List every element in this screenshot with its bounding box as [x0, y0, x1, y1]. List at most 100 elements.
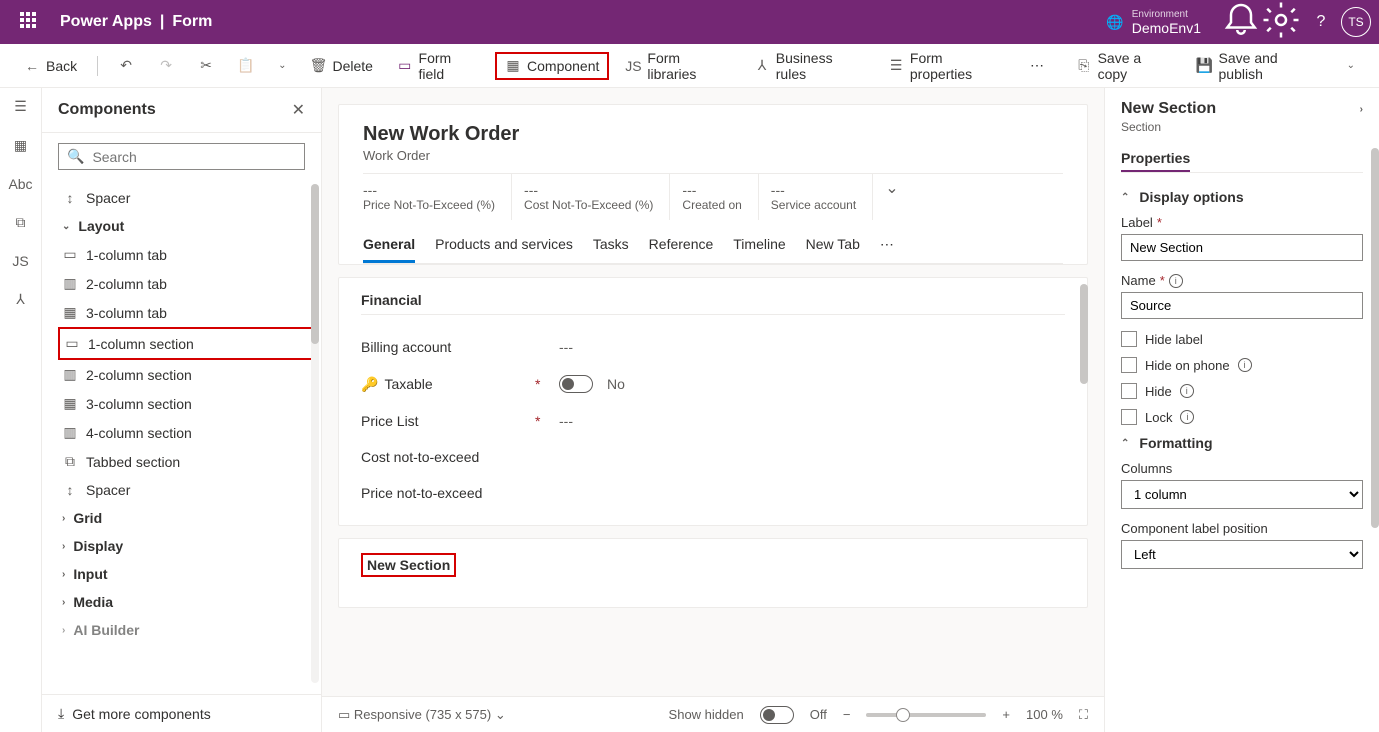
tab-reference[interactable]: Reference [649, 228, 714, 263]
undo-button[interactable]: ↶ [110, 54, 142, 78]
zoom-value: 100 % [1026, 707, 1063, 722]
tree-3-column-tab[interactable]: ▦3-column tab [58, 298, 313, 327]
rail-libraries-icon[interactable]: JS [12, 253, 28, 269]
label-position-select[interactable]: Left [1121, 540, 1363, 569]
form-field-button[interactable]: ▭Form field [389, 46, 487, 86]
add-icon: ⤓ [58, 705, 64, 722]
overflow-button[interactable]: ⋯ [1022, 53, 1052, 78]
fit-screen-icon[interactable]: ⛶ [1079, 707, 1088, 723]
help-icon[interactable]: ? [1301, 13, 1341, 31]
save-copy-button[interactable]: ⎘Save a copy [1068, 46, 1181, 86]
app-launcher-icon[interactable] [20, 12, 40, 32]
lock-checkbox[interactable]: Locki [1121, 409, 1363, 425]
formatting-group[interactable]: ⌃Formatting [1121, 435, 1363, 451]
financial-section[interactable]: Financial Billing account--- 🔑Taxable * … [338, 277, 1088, 526]
zoom-out-button[interactable]: − [843, 707, 851, 722]
tree-3-column-section[interactable]: ▦3-column section [58, 389, 313, 418]
rail-field-icon[interactable]: Abc [8, 176, 32, 192]
rail-components-icon[interactable]: ▦ [14, 137, 27, 154]
kpi-price-nte[interactable]: ---Price Not-To-Exceed (%) [363, 174, 512, 220]
settings-icon[interactable] [1261, 0, 1301, 45]
kpi-service-account[interactable]: ---Service account [771, 174, 873, 220]
search-input[interactable] [92, 149, 296, 165]
tree-layout-group[interactable]: ⌄Layout [58, 212, 313, 240]
cut-button[interactable]: ✂ [190, 54, 222, 78]
search-box[interactable]: 🔍 [58, 143, 305, 170]
paste-button[interactable]: 📋 [230, 54, 262, 78]
kpi-created-on[interactable]: ---Created on [682, 174, 758, 220]
tree-1-column-tab[interactable]: ▭1-column tab [58, 240, 313, 269]
tree-media-group[interactable]: ›Media [58, 588, 313, 616]
tree-scrollbar-thumb[interactable] [311, 184, 319, 344]
redo-button[interactable]: ↷ [150, 54, 182, 78]
tree-spacer[interactable]: ↕Spacer [58, 184, 313, 212]
kpi-chevron-icon[interactable]: ⌄ [885, 174, 914, 220]
tree-display-group[interactable]: ›Display [58, 532, 313, 560]
tree-grid-group[interactable]: ›Grid [58, 504, 313, 532]
tree-input-group[interactable]: ›Input [58, 560, 313, 588]
close-panel-icon[interactable]: ✕ [292, 100, 305, 120]
info-icon[interactable]: i [1180, 410, 1194, 424]
financial-section-title: Financial [361, 292, 1065, 315]
rail-rules-icon[interactable]: ⅄ [16, 291, 25, 308]
search-icon: 🔍 [67, 148, 84, 165]
zoom-slider[interactable] [866, 713, 986, 717]
rail-collapse-icon[interactable]: ☰ [14, 98, 27, 115]
properties-expand-icon[interactable]: › [1360, 104, 1363, 115]
hide-phone-checkbox[interactable]: Hide on phonei [1121, 357, 1363, 373]
tab-products[interactable]: Products and services [435, 228, 573, 263]
zoom-in-button[interactable]: + [1002, 707, 1010, 722]
tree-2-column-section[interactable]: ▥2-column section [58, 360, 313, 389]
field-price-list[interactable]: Price List*--- [361, 403, 1065, 439]
tree-ai-group[interactable]: ›AI Builder [58, 616, 313, 644]
tab-timeline[interactable]: Timeline [733, 228, 785, 263]
display-options-group[interactable]: ⌃Display options [1121, 189, 1363, 205]
form-header-card[interactable]: New Work Order Work Order ---Price Not-T… [338, 104, 1088, 265]
responsive-indicator[interactable]: ▭ Responsive (735 x 575) ⌄ [338, 707, 506, 723]
tab-general[interactable]: General [363, 228, 415, 263]
tree-2-column-tab[interactable]: ▥2-column tab [58, 269, 313, 298]
kpi-cost-nte[interactable]: ---Cost Not-To-Exceed (%) [524, 174, 670, 220]
save-chevron[interactable]: ⌄ [1339, 56, 1363, 75]
info-icon[interactable]: i [1169, 274, 1183, 288]
hide-label-checkbox[interactable]: Hide label [1121, 331, 1363, 347]
components-panel-title: Components [58, 101, 156, 119]
delete-button[interactable]: 🗑Delete [302, 54, 380, 78]
paste-chevron[interactable]: ⌄ [270, 56, 294, 75]
tree-tabbed-section[interactable]: ⧉Tabbed section [58, 447, 313, 476]
environment-picker[interactable]: 🌐 EnvironmentDemoEnv1 [1106, 9, 1201, 36]
field-cost-nte[interactable]: Cost not-to-exceed [361, 439, 1065, 475]
columns-select[interactable]: 1 column [1121, 480, 1363, 509]
rail-tree-icon[interactable]: ⧉ [16, 214, 26, 231]
component-button[interactable]: ▦Component [495, 52, 609, 80]
get-more-components[interactable]: ⤓ Get more components [42, 694, 321, 732]
form-libraries-button[interactable]: JSForm libraries [617, 46, 738, 86]
user-avatar[interactable]: TS [1341, 7, 1371, 37]
name-input[interactable] [1121, 292, 1363, 319]
hide-checkbox[interactable]: Hidei [1121, 383, 1363, 399]
tab-new[interactable]: New Tab [806, 228, 860, 263]
business-rules-button[interactable]: ⅄Business rules [746, 46, 872, 86]
notifications-icon[interactable] [1221, 0, 1261, 45]
label-input[interactable] [1121, 234, 1363, 261]
properties-tab[interactable]: Properties [1121, 146, 1190, 172]
tab-tasks[interactable]: Tasks [593, 228, 629, 263]
form-properties-button[interactable]: ☰Form properties [880, 46, 1014, 86]
canvas-scrollbar-thumb[interactable] [1080, 284, 1088, 384]
label-position-field: Component label position Left [1121, 521, 1363, 569]
new-section[interactable]: New Section [338, 538, 1088, 608]
field-taxable[interactable]: 🔑Taxable * No [361, 365, 1065, 403]
show-hidden-toggle[interactable] [760, 706, 794, 724]
back-button[interactable]: ←Back [16, 54, 85, 78]
tree-4-column-section[interactable]: ▥4-column section [58, 418, 313, 447]
taxable-toggle[interactable] [559, 375, 593, 393]
tree-spacer2[interactable]: ↕Spacer [58, 476, 313, 504]
tab-overflow[interactable]: ⋯ [880, 228, 894, 263]
info-icon[interactable]: i [1180, 384, 1194, 398]
tree-1-column-section[interactable]: ▭1-column section [58, 327, 313, 360]
properties-scrollbar-thumb[interactable] [1371, 148, 1379, 528]
save-publish-button[interactable]: 💾Save and publish [1189, 46, 1331, 86]
field-billing-account[interactable]: Billing account--- [361, 329, 1065, 365]
info-icon[interactable]: i [1238, 358, 1252, 372]
field-price-nte[interactable]: Price not-to-exceed [361, 475, 1065, 511]
